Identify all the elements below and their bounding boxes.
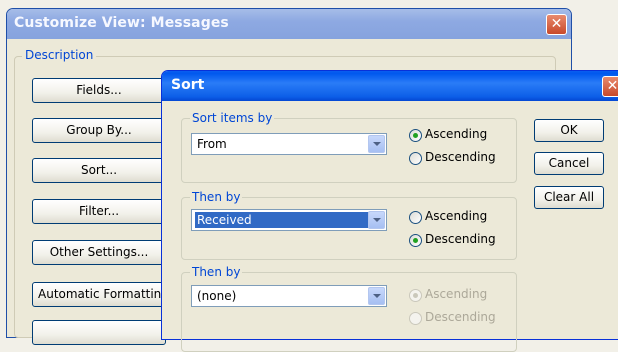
- sort-button[interactable]: Sort...: [32, 158, 166, 183]
- sort-title: Sort: [171, 77, 205, 93]
- sort-2-ascending-radio[interactable]: [409, 211, 422, 224]
- sort-close-icon[interactable]: ✕: [602, 76, 618, 97]
- sort-1-descending-label: Descending: [425, 150, 496, 164]
- sort-3-ascending-label: Ascending: [425, 287, 488, 301]
- sort-2-descending-label: Descending: [425, 232, 496, 246]
- automatic-formatting-button[interactable]: Automatic Formatting...: [32, 282, 166, 307]
- then-by-legend-1: Then by: [190, 190, 243, 204]
- description-legend: Description: [22, 48, 97, 62]
- customize-view-titlebar[interactable]: Customize View: Messages ✕: [7, 9, 571, 39]
- sort-field-2-select[interactable]: Received: [191, 209, 387, 231]
- sort-field-3-value: (none): [197, 289, 237, 303]
- chevron-down-icon[interactable]: [368, 211, 385, 229]
- sort-2-ascending-label: Ascending: [425, 209, 488, 223]
- clear-all-button[interactable]: Clear All: [534, 186, 604, 209]
- chevron-down-icon[interactable]: [368, 135, 385, 153]
- then-by-legend-2: Then by: [190, 265, 243, 279]
- sort-titlebar[interactable]: Sort ✕: [162, 71, 618, 101]
- other-settings-button[interactable]: Other Settings...: [32, 240, 166, 265]
- sort-field-1-value: From: [197, 137, 227, 151]
- ok-button[interactable]: OK: [534, 119, 604, 142]
- customize-view-close-icon[interactable]: ✕: [546, 14, 567, 35]
- sort-3-descending-radio: [409, 312, 422, 325]
- sort-1-ascending-radio[interactable]: [409, 129, 422, 142]
- sort-3-descending-label: Descending: [425, 310, 496, 324]
- more-button-partial[interactable]: [32, 320, 166, 345]
- group-by-button[interactable]: Group By...: [32, 118, 166, 143]
- sort-1-descending-radio[interactable]: [409, 152, 422, 165]
- sort-field-3-select[interactable]: (none): [191, 285, 387, 307]
- sort-field-1-select[interactable]: From: [191, 133, 387, 155]
- sort-2-descending-radio[interactable]: [409, 234, 422, 247]
- sort-3-ascending-radio: [409, 289, 422, 302]
- fields-button[interactable]: Fields...: [32, 78, 166, 103]
- sort-1-ascending-label: Ascending: [425, 127, 488, 141]
- sort-dialog: Sort ✕ Sort items by From Ascending Desc…: [161, 70, 618, 352]
- chevron-down-icon[interactable]: [368, 287, 385, 305]
- filter-button[interactable]: Filter...: [32, 199, 166, 224]
- customize-view-title: Customize View: Messages: [14, 15, 229, 31]
- sort-field-2-value: Received: [195, 212, 369, 228]
- sort-items-by-legend: Sort items by: [190, 111, 275, 125]
- cancel-button[interactable]: Cancel: [534, 152, 604, 175]
